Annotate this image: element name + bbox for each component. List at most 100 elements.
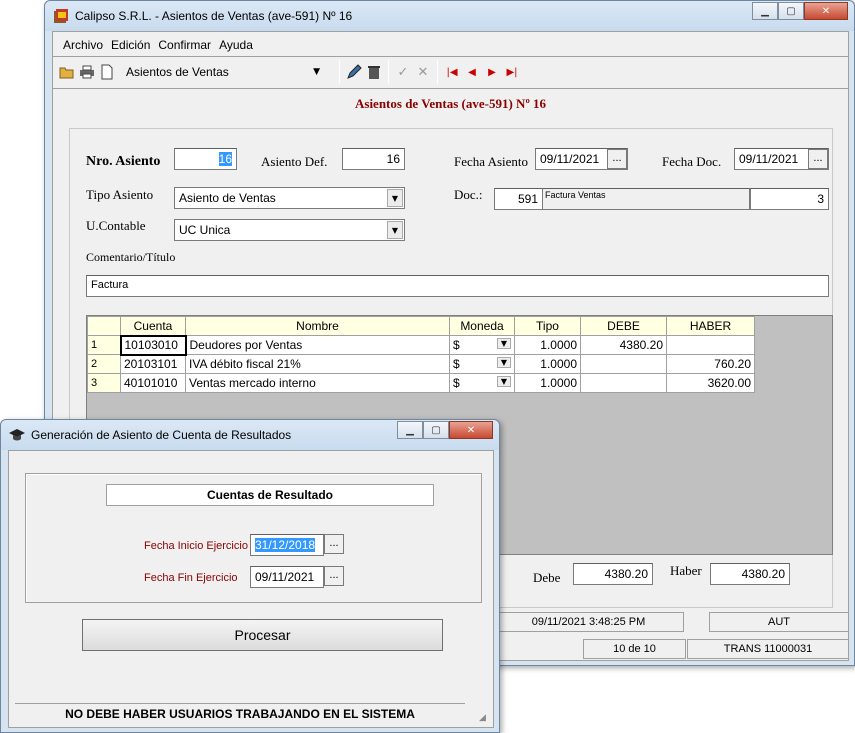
entries-table: Cuenta Nombre Moneda Tipo DEBE HABER 1 1… — [87, 316, 755, 393]
fecha-inicio-picker-button[interactable]: ... — [324, 534, 344, 554]
confirm-check-icon[interactable]: ✓ — [393, 62, 413, 82]
col-header-debe[interactable]: DEBE — [580, 316, 667, 336]
edit-pencil-icon[interactable] — [344, 62, 364, 82]
moneda-value: $ — [453, 376, 460, 390]
ucontable-select[interactable]: UC Unica ▼ — [174, 219, 405, 241]
row-number: 2 — [87, 354, 121, 374]
col-header-cuenta[interactable]: Cuenta — [120, 316, 186, 336]
last-record-icon[interactable]: ▶| — [502, 62, 522, 82]
cuenta-cell[interactable]: 40101010 — [120, 373, 186, 393]
debe-cell[interactable]: 4380.20 — [580, 335, 667, 355]
toolbar-actions: ✓ ✕ |◀ ◀ ▶ ▶| — [335, 58, 522, 86]
open-folder-icon[interactable] — [57, 62, 77, 82]
cancel-x-icon[interactable]: ✕ — [413, 62, 433, 82]
moneda-cell[interactable]: $ ▼ — [449, 354, 515, 374]
prev-record-icon[interactable]: ◀ — [462, 62, 482, 82]
next-record-icon[interactable]: ▶ — [482, 62, 502, 82]
haber-total-field: 4380.20 — [710, 563, 790, 585]
chevron-down-icon[interactable]: ▼ — [387, 189, 403, 207]
first-record-icon[interactable]: |◀ — [442, 62, 462, 82]
chevron-down-icon[interactable]: ▼ — [497, 376, 511, 387]
col-header-nombre[interactable]: Nombre — [185, 316, 450, 336]
form-selector-value: Asientos de Ventas — [126, 65, 229, 79]
close-icon[interactable]: ✕ — [449, 421, 493, 439]
maximize-icon[interactable]: ▢ — [423, 421, 449, 439]
haber-cell[interactable] — [666, 335, 755, 355]
dialog-title: Generación de Asiento de Cuenta de Resul… — [31, 428, 292, 442]
minimize-icon[interactable]: ▁ — [752, 2, 778, 20]
doc-extra-field[interactable]: 3 — [750, 188, 829, 210]
tipo-cell[interactable]: 1.0000 — [514, 354, 581, 374]
asiento-def-label: Asiento Def. — [261, 154, 328, 169]
close-icon[interactable]: ✕ — [804, 2, 848, 20]
minimize-icon[interactable]: ▁ — [397, 421, 423, 439]
page-title: Asientos de Ventas (ave-591) Nº 16 — [355, 96, 546, 111]
col-header-tipo[interactable]: Tipo — [514, 316, 581, 336]
nro-asiento-field[interactable]: 16 — [174, 148, 237, 170]
col-header-haber[interactable]: HABER — [666, 316, 755, 336]
tipo-asiento-select[interactable]: Asiento de Ventas ▼ — [174, 187, 405, 209]
tipo-cell[interactable]: 1.0000 — [514, 335, 581, 355]
trash-icon[interactable] — [364, 62, 384, 82]
nro-asiento-label: Nro. Asiento — [86, 154, 161, 169]
moneda-cell[interactable]: $ ▼ — [449, 373, 515, 393]
cuenta-cell[interactable]: 10103010 — [119, 334, 187, 356]
menu-ayuda[interactable]: Ayuda — [219, 38, 253, 52]
tipo-asiento-value: Asiento de Ventas — [179, 191, 276, 205]
row-number: 3 — [87, 373, 121, 393]
moneda-cell[interactable]: $ ▼ — [449, 335, 515, 355]
nombre-cell[interactable]: Deudores por Ventas — [185, 335, 450, 355]
menu-confirmar[interactable]: Confirmar — [158, 38, 211, 52]
table-row[interactable]: 1 10103010 Deudores por Ventas $ ▼ 1.0000… — [87, 334, 755, 356]
haber-cell[interactable]: 3620.00 — [666, 373, 755, 393]
haber-cell[interactable]: 760.20 — [666, 354, 755, 374]
table-row[interactable]: 3 40101010 Ventas mercado interno $ ▼ 1.0… — [87, 373, 755, 393]
form-selector-combo[interactable]: Asientos de Ventas ▼ — [121, 61, 325, 83]
asiento-def-field[interactable]: 16 — [342, 148, 405, 170]
menu-archivo[interactable]: Archivo — [63, 38, 103, 52]
dialog-window: Generación de Asiento de Cuenta de Resul… — [0, 419, 500, 733]
tipo-cell[interactable]: 1.0000 — [514, 373, 581, 393]
warning-text: NO DEBE HABER USUARIOS TRABAJANDO EN EL … — [15, 703, 465, 723]
debe-total-label: Debe — [533, 570, 561, 585]
fecha-asiento-label: Fecha Asiento — [454, 154, 529, 169]
moneda-value: $ — [453, 357, 460, 371]
menu-bar: Archivo Edición Confirmar Ayuda — [57, 34, 253, 56]
main-titlebar[interactable]: Calipso S.R.L. - Asientos de Ventas (ave… — [45, 1, 854, 31]
resize-grip-icon[interactable]: ◢ — [479, 713, 491, 725]
status-page: 10 de 10 — [583, 639, 686, 659]
chevron-down-icon[interactable]: ▼ — [497, 338, 511, 349]
toolbar-separator — [339, 60, 340, 84]
printer-icon[interactable] — [77, 62, 97, 82]
new-document-icon[interactable] — [97, 62, 117, 82]
dialog-window-controls: ▁ ▢ ✕ — [397, 421, 493, 439]
status-trans: TRANS 11000031 — [687, 639, 849, 659]
fecha-inicio-field[interactable]: 31/12/2018 — [250, 534, 324, 556]
chevron-down-icon[interactable]: ▼ — [497, 357, 511, 368]
debe-cell[interactable] — [580, 354, 667, 374]
fecha-doc-picker-button[interactable]: ... — [808, 149, 828, 169]
fecha-asiento-picker-button[interactable]: ... — [607, 149, 627, 169]
haber-total-label: Haber — [670, 563, 702, 578]
maximize-icon[interactable]: ▢ — [778, 2, 804, 20]
fecha-fin-picker-button[interactable]: ... — [324, 566, 344, 586]
chevron-down-icon[interactable]: ▼ — [387, 221, 403, 239]
fecha-fin-field[interactable]: 09/11/2021 — [250, 566, 324, 588]
col-header-moneda[interactable]: Moneda — [449, 316, 515, 336]
comentario-field[interactable]: Factura — [86, 275, 829, 297]
doc-description-field: Factura Ventas — [542, 188, 750, 210]
procesar-button[interactable]: Procesar — [82, 619, 443, 651]
chevron-down-icon[interactable]: ▼ — [313, 67, 320, 77]
fecha-inicio-label: Fecha Inicio Ejercicio — [144, 540, 248, 552]
table-row[interactable]: 2 20103101 IVA débito fiscal 21% $ ▼ 1.00… — [87, 354, 755, 374]
fecha-fin-label: Fecha Fin Ejercicio — [144, 572, 238, 584]
graduation-cap-icon — [9, 427, 25, 443]
menu-edicion[interactable]: Edición — [111, 38, 150, 52]
doc-number-field[interactable]: 591 — [494, 188, 543, 210]
cuenta-cell[interactable]: 20103101 — [120, 354, 186, 374]
nombre-cell[interactable]: Ventas mercado interno — [185, 373, 450, 393]
debe-cell[interactable] — [580, 373, 667, 393]
cuentas-resultado-title: Cuentas de Resultado — [106, 484, 434, 506]
app-icon — [53, 8, 69, 24]
nombre-cell[interactable]: IVA débito fiscal 21% — [185, 354, 450, 374]
